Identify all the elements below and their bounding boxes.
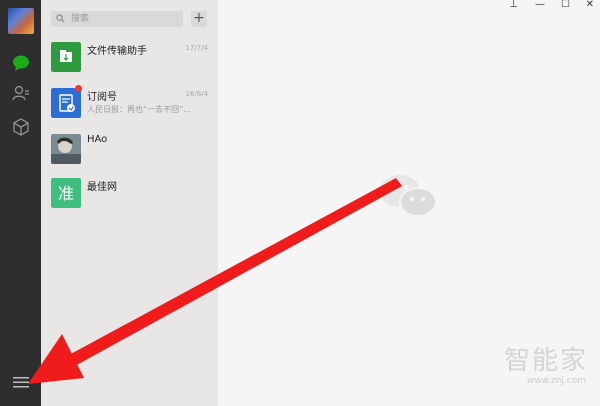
green-logo-icon: 准 xyxy=(51,178,81,208)
chat-name: HAo xyxy=(87,134,108,145)
chat-time: 17/7/4 xyxy=(185,44,208,52)
user-avatar[interactable] xyxy=(8,8,34,34)
chat-list-item[interactable]: HAo xyxy=(41,128,218,172)
minimize-icon[interactable]: — xyxy=(535,0,545,12)
file-transfer-icon xyxy=(51,42,81,72)
maximize-icon[interactable]: ☐ xyxy=(561,0,570,12)
chat-list-item[interactable]: 文件传输助手 17/7/4 xyxy=(41,36,218,80)
chat-list-panel: 搜索 + 文件传输助手 17/7/4 订阅号 人民日报：再也“一去不回”… 16… xyxy=(41,0,219,406)
chat-preview: 人民日报：再也“一去不回”… xyxy=(87,105,192,114)
chat-name: 文件传输助手 xyxy=(87,46,147,57)
favorites-cube-icon[interactable] xyxy=(11,117,31,137)
search-input[interactable]: 搜索 xyxy=(51,11,183,27)
chat-list-item[interactable]: 订阅号 人民日报：再也“一去不回”… 16/8/4 xyxy=(41,82,218,126)
chat-name: 订阅号 xyxy=(87,92,117,103)
subscription-icon xyxy=(51,88,81,118)
menu-icon[interactable] xyxy=(13,376,29,388)
watermark-url: www.znj.com xyxy=(526,376,586,386)
wechat-logo-icon xyxy=(380,175,437,217)
chat-bubble-icon[interactable] xyxy=(11,53,31,73)
add-button[interactable]: + xyxy=(191,11,207,27)
main-content-area: ⊥ — ☐ ✕ 智能家 www.znj.com xyxy=(218,0,600,406)
close-icon[interactable]: ✕ xyxy=(586,0,594,12)
search-icon xyxy=(56,14,65,23)
pin-icon[interactable]: ⊥ xyxy=(509,0,518,12)
avatar xyxy=(51,134,81,164)
logo-char: 准 xyxy=(58,184,74,203)
watermark-brand: 智能家 xyxy=(503,346,588,376)
chat-list-item[interactable]: 准 最佳网 xyxy=(41,172,218,216)
unread-badge xyxy=(75,85,82,92)
app-sidebar xyxy=(0,0,41,406)
search-placeholder: 搜索 xyxy=(71,14,90,24)
chat-name: 最佳网 xyxy=(87,182,117,193)
chat-time: 16/8/4 xyxy=(185,90,208,98)
contacts-icon[interactable] xyxy=(11,83,31,103)
